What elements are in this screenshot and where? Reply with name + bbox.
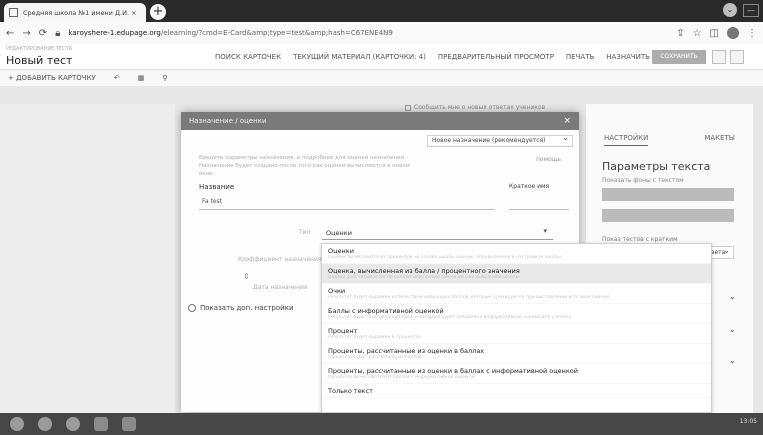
- app-header: РЕДАКТИРОВАНИЕ ТЕСТА Новый тест ПОИСК КА…: [0, 44, 763, 70]
- url-field[interactable]: karoyshere-1.edupage.org /elearning/?cmd…: [69, 25, 669, 41]
- address-bar-row: ← → ⟳ 🔒︎ karoyshere-1.edupage.org /elear…: [0, 22, 763, 44]
- chrome-icon[interactable]: [66, 417, 80, 431]
- dropdown-option[interactable]: Баллы с информативной оценкой Результат …: [322, 304, 711, 324]
- nav-assign[interactable]: НАЗНАЧИТЬ: [606, 53, 650, 61]
- nav-print[interactable]: ПЕЧАТЬ: [566, 53, 594, 61]
- undo-icon[interactable]: ↶: [114, 74, 120, 82]
- assignment-mode-select[interactable]: Новое назначение (рекомендуется): [427, 133, 573, 147]
- dropdown-option[interactable]: Проценты, рассчитанные из оценки в балла…: [322, 364, 711, 384]
- tab-search-icon[interactable]: ⌄: [723, 3, 737, 17]
- coefficient-label: Коэффициент назначения: [238, 256, 322, 263]
- help-link[interactable]: помощь: [536, 156, 561, 163]
- dropdown-option[interactable]: Процент Результат будет выражен в процен…: [322, 324, 711, 344]
- date-label: Дата назначения: [253, 284, 308, 291]
- top-nav: ПОИСК КАРТОЧЕК ТЕКУЩИЙ МАТЕРИАЛ (КАРТОЧК…: [215, 53, 650, 61]
- taskbar-app-icon[interactable]: [94, 417, 108, 431]
- taskbar-app-icon[interactable]: [122, 417, 136, 431]
- notify-checkbox-row[interactable]: Сообщить мне о новых ответах учеников: [405, 104, 545, 111]
- name-label: Название: [199, 183, 235, 191]
- breadcrumb: РЕДАКТИРОВАНИЕ ТЕСТА: [6, 46, 73, 52]
- back-icon[interactable]: ←: [6, 28, 14, 39]
- forward-icon[interactable]: →: [22, 28, 30, 39]
- header-close-button[interactable]: [730, 50, 744, 64]
- profile-avatar-icon[interactable]: [727, 27, 739, 39]
- show-more-label: Показать доп. настройки: [200, 304, 294, 312]
- settings-option-button-1[interactable]: [602, 188, 734, 201]
- settings-subtitle: Показать фоны с текстом: [602, 177, 684, 184]
- minimize-button[interactable]: —: [743, 3, 759, 17]
- star-icon[interactable]: ☆: [693, 28, 702, 39]
- url-host: karoyshere-1.edupage.org: [68, 29, 161, 37]
- dropdown-option[interactable]: Оценка, вычисленная из балла / процентно…: [322, 264, 711, 284]
- settings-heading: Параметры текста: [602, 160, 711, 173]
- header-action-button[interactable]: [712, 50, 726, 64]
- browser-tab-bar: Средняя школа №1 имени Д.И. × + ⌄ —: [0, 0, 763, 22]
- add-card-button[interactable]: + ДОБАВИТЬ КАРТОЧКУ: [8, 74, 96, 82]
- chevron-down-icon[interactable]: ⌄: [729, 292, 736, 301]
- dropdown-option[interactable]: Очки Результат будет выражен количеством…: [322, 284, 711, 304]
- settings-option-button-2[interactable]: [602, 209, 734, 222]
- editor-toolbar: + ДОБАВИТЬ КАРТОЧКУ ↶ ▦ ⚲: [0, 70, 763, 86]
- nav-current-material[interactable]: ТЕКУЩИЙ МАТЕРИАЛ (КАРТОЧКИ: 4): [293, 53, 426, 61]
- share-icon[interactable]: ⇪: [676, 28, 684, 39]
- flask-icon[interactable]: ⚲: [162, 74, 167, 82]
- type-dropdown-list: Оценки Оценки вычисляются из процентов н…: [321, 243, 712, 413]
- nav-preview[interactable]: ПРЕДВАРИТЕЛЬНЫЙ ПРОСМОТР: [438, 53, 554, 61]
- short-name-label: Краткое имя: [509, 183, 550, 190]
- settings-tabs: НАСТРОЙКИ МАКЕТЫ: [586, 104, 753, 146]
- save-button[interactable]: СОХРАНИТЬ: [652, 50, 706, 64]
- type-label: Тип: [299, 229, 311, 236]
- tab-layouts[interactable]: МАКЕТЫ: [704, 134, 735, 146]
- tab-title: Средняя школа №1 имени Д.И. ×: [23, 8, 137, 17]
- chevron-down-icon[interactable]: ⌄: [729, 356, 736, 365]
- settings-select-label: Показ тестов с кратким: [602, 236, 678, 243]
- start-icon[interactable]: [10, 417, 24, 431]
- reload-icon[interactable]: ⟳: [39, 28, 47, 39]
- dialog-hint: Введите параметры назначения, а подробне…: [199, 155, 410, 177]
- dropdown-option[interactable]: Только текст: [322, 384, 711, 398]
- card-list-panel: [0, 104, 175, 413]
- type-select[interactable]: Оценки: [322, 224, 553, 240]
- favicon-icon: [9, 8, 18, 17]
- taskbar-app-icon[interactable]: [38, 417, 52, 431]
- notify-checkbox[interactable]: [405, 104, 411, 111]
- tab-settings[interactable]: НАСТРОЙКИ: [604, 134, 649, 146]
- notify-label: Сообщить мне о новых ответах учеников: [414, 104, 546, 111]
- chevron-down-icon[interactable]: ⌄: [729, 325, 736, 334]
- show-more-settings[interactable]: Показать доп. настройки: [188, 304, 294, 312]
- dropdown-option[interactable]: Оценки Оценки вычисляются из процентов н…: [322, 244, 711, 264]
- settings-toggle-icon[interactable]: [188, 304, 196, 312]
- dialog-title: Назначение / оценки: [189, 117, 267, 125]
- close-icon[interactable]: ×: [563, 112, 571, 130]
- short-name-input[interactable]: [509, 194, 569, 210]
- lock-icon[interactable]: 🔒︎: [55, 28, 60, 39]
- browser-tab[interactable]: Средняя школа №1 имени Д.И. ×: [4, 3, 146, 22]
- page-title: Новый тест: [6, 54, 73, 67]
- window-controls: ⌄ —: [723, 3, 759, 17]
- os-taskbar: 13:05: [0, 413, 763, 435]
- new-tab-button[interactable]: +: [150, 4, 166, 20]
- nav-search-cards[interactable]: ПОИСК КАРТОЧЕК: [215, 53, 281, 61]
- system-clock: 13:05: [739, 418, 757, 425]
- dialog-header: Назначение / оценки ×: [181, 112, 579, 130]
- url-path: /elearning/?cmd=E-Card&amp;type=test&amp…: [160, 29, 393, 37]
- extensions-icon[interactable]: ◫: [710, 28, 719, 39]
- grid-icon[interactable]: ▦: [138, 74, 145, 82]
- coefficient-icon: ⇕: [243, 272, 250, 281]
- name-input[interactable]: Fa test: [199, 194, 495, 210]
- dropdown-option[interactable]: Проценты, рассчитанные из оценки в балла…: [322, 344, 711, 364]
- menu-dots-icon[interactable]: ⋮: [747, 28, 757, 39]
